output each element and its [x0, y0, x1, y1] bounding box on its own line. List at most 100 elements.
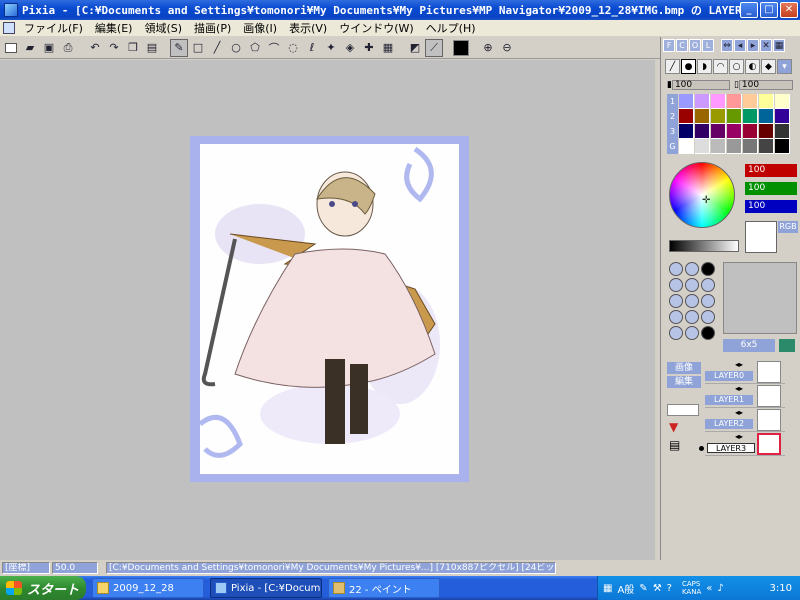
rgb-mode-button[interactable]: RGB: [778, 221, 798, 233]
layer-move-icon[interactable]: ◂▸: [735, 408, 743, 417]
tab-o[interactable]: O: [689, 39, 701, 52]
tab-f[interactable]: F: [663, 39, 675, 52]
crosshair-tool-icon[interactable]: ✚: [360, 39, 378, 57]
open-folder-icon[interactable]: ▰: [21, 39, 39, 57]
brush-tip-preset[interactable]: [701, 262, 715, 276]
help-icon[interactable]: ?: [667, 583, 672, 594]
brush-tip-preset[interactable]: [701, 278, 715, 292]
brush-tip-preset[interactable]: [685, 310, 699, 324]
undo-icon[interactable]: ↶: [86, 39, 104, 57]
palette-swatch[interactable]: [759, 94, 774, 109]
layer-edit-button[interactable]: 編集: [667, 376, 701, 388]
palette-swatch[interactable]: [711, 124, 726, 139]
menu-draw[interactable]: 描画(P): [188, 20, 237, 36]
minimize-button[interactable]: _: [740, 2, 758, 18]
layer-trash-icon[interactable]: ▤: [669, 438, 685, 454]
ime-indicator[interactable]: A般: [617, 581, 634, 596]
brush-tip-preset[interactable]: [669, 326, 683, 340]
palette-swatch[interactable]: [775, 124, 790, 139]
polygon-tool-icon[interactable]: ⬠: [246, 39, 264, 57]
menu-edit[interactable]: 編集(E): [89, 20, 139, 36]
eraser-pen-icon[interactable]: ◆: [761, 59, 776, 74]
layer-thumbnail[interactable]: [757, 409, 781, 431]
menu-help[interactable]: ヘルプ(H): [420, 20, 482, 36]
brush-tip-preset[interactable]: [669, 310, 683, 324]
fill-tool-icon[interactable]: ◈: [341, 39, 359, 57]
layer-row[interactable]: ◂▸ LAYER2: [705, 408, 785, 432]
tab-l[interactable]: L: [702, 39, 714, 52]
layer-thumbnail[interactable]: [757, 361, 781, 383]
layer-visible-icon[interactable]: [699, 446, 704, 451]
brush-tip-preset[interactable]: [685, 294, 699, 308]
palette-swatch[interactable]: [679, 124, 694, 139]
ime-tool-icon[interactable]: ⚒: [653, 583, 662, 594]
pen-menu-icon[interactable]: ▾: [777, 59, 792, 74]
palette-swatch[interactable]: [727, 124, 742, 139]
eraser-tool-icon[interactable]: ◩: [406, 39, 424, 57]
layer-thumbnail[interactable]: [757, 433, 781, 455]
palette-swatch[interactable]: [679, 109, 694, 124]
keyboard-icon[interactable]: ▦: [603, 583, 612, 594]
grid-tool-icon[interactable]: ▦: [379, 39, 397, 57]
smudge-icon[interactable]: ◐: [745, 59, 760, 74]
taskbar-item-folder[interactable]: 2009_12_28: [92, 578, 204, 598]
palette-swatch[interactable]: [695, 124, 710, 139]
palette-swatch[interactable]: [711, 109, 726, 124]
green-value[interactable]: 100: [745, 182, 797, 195]
palette-swatch[interactable]: [743, 109, 758, 124]
menu-window[interactable]: ウインドウ(W): [333, 20, 419, 36]
palette-swatch[interactable]: [775, 94, 790, 109]
palette-swatch[interactable]: [679, 139, 694, 154]
select-tool-icon[interactable]: ◌: [284, 39, 302, 57]
pixia-app-icon[interactable]: [4, 3, 18, 17]
palette-swatch[interactable]: [759, 109, 774, 124]
expand-icon[interactable]: ⇔: [721, 39, 733, 52]
brush-tip-preset[interactable]: [701, 310, 715, 324]
opacity-right[interactable]: 100: [738, 80, 793, 90]
layer-name[interactable]: LAYER3: [707, 443, 755, 453]
palette-swatch[interactable]: [727, 139, 742, 154]
palette-swatch[interactable]: [743, 94, 758, 109]
prev-icon[interactable]: ◂: [734, 39, 746, 52]
palette-swatch[interactable]: [695, 109, 710, 124]
spoit-tool-icon[interactable]: ⟋: [425, 38, 443, 57]
layer-image-button[interactable]: 画像: [667, 362, 701, 374]
panel-menu-icon[interactable]: ▦: [773, 39, 785, 52]
ime-pen-icon[interactable]: ✎: [639, 583, 647, 594]
layer-name[interactable]: LAYER0: [705, 371, 753, 381]
lasso-tool-icon[interactable]: ℓ: [303, 39, 321, 57]
taskbar-item-pixia[interactable]: Pixia - [C:¥Document...: [210, 578, 322, 598]
palette-swatch[interactable]: [727, 109, 742, 124]
canvas-workspace[interactable]: [0, 60, 655, 560]
brush-tip-preset[interactable]: [669, 262, 683, 276]
brush-size-label[interactable]: 6x5: [723, 339, 775, 352]
palette-swatch[interactable]: [743, 139, 758, 154]
current-color-preview[interactable]: [745, 221, 777, 253]
tab-c[interactable]: C: [676, 39, 688, 52]
maximize-button[interactable]: □: [760, 2, 778, 18]
brush-tip-preset[interactable]: [669, 278, 683, 292]
brush-tip-preset[interactable]: [685, 262, 699, 276]
next-icon[interactable]: ▸: [747, 39, 759, 52]
layer-pin-icon[interactable]: ▼: [669, 420, 685, 436]
palette-row-g[interactable]: G: [667, 139, 678, 154]
palette-swatch[interactable]: [759, 124, 774, 139]
layer-move-icon[interactable]: ◂▸: [735, 360, 743, 369]
copy-icon[interactable]: ❐: [124, 39, 142, 57]
palette-swatch[interactable]: [679, 94, 694, 109]
opacity-left[interactable]: 100: [671, 80, 730, 90]
layer-row-active[interactable]: ◂▸ LAYER3: [699, 432, 785, 456]
palette-swatch[interactable]: [711, 139, 726, 154]
layer-row[interactable]: ◂▸ LAYER1: [705, 384, 785, 408]
brush-tip-preset[interactable]: [685, 278, 699, 292]
palette-swatch[interactable]: [695, 94, 710, 109]
menu-view[interactable]: 表示(V): [283, 20, 333, 36]
artwork-image[interactable]: [200, 144, 459, 474]
redo-icon[interactable]: ↷: [105, 39, 123, 57]
layer-name[interactable]: LAYER2: [705, 419, 753, 429]
menu-selection[interactable]: 領域(S): [138, 20, 188, 36]
palette-swatch[interactable]: [727, 94, 742, 109]
layer-opacity-field[interactable]: [667, 404, 699, 416]
zoom-in-icon[interactable]: ⊕: [479, 39, 497, 57]
blur-icon[interactable]: ○: [729, 59, 744, 74]
